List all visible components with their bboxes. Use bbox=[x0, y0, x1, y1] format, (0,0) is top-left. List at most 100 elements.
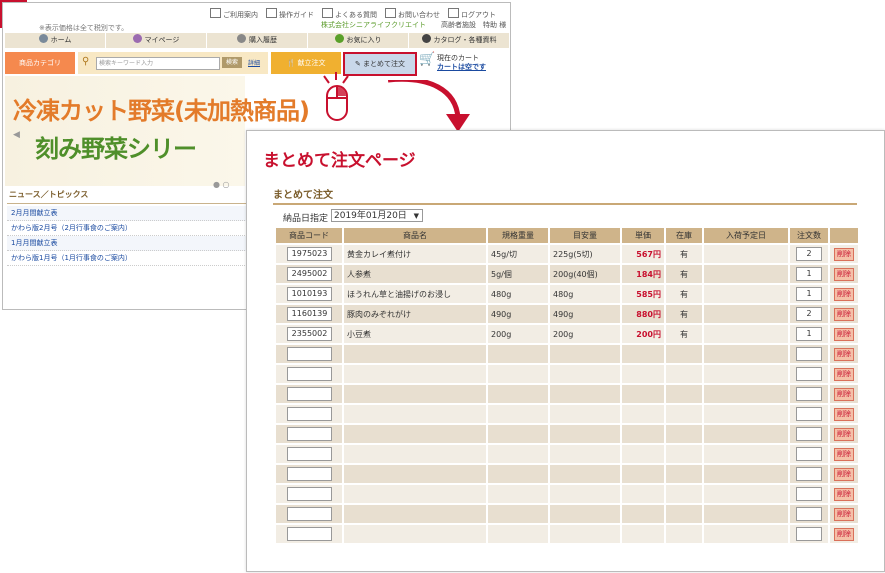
nav-mypage[interactable]: マイページ bbox=[106, 33, 207, 48]
banner-prev-icon[interactable]: ◀ bbox=[13, 130, 20, 140]
delete-button[interactable]: 削除 bbox=[834, 347, 854, 361]
quantity-input[interactable]: 2 bbox=[796, 247, 822, 261]
product-code-input[interactable] bbox=[286, 347, 332, 361]
product-code-input[interactable]: 1010193 bbox=[286, 287, 332, 301]
news-item[interactable]: 2月月間献立表 bbox=[7, 206, 249, 221]
quantity-input[interactable] bbox=[796, 427, 822, 441]
spec-weight: 490g bbox=[488, 305, 548, 323]
quantity-input[interactable] bbox=[796, 407, 822, 421]
delete-button[interactable]: 削除 bbox=[834, 507, 854, 521]
nav-favorites[interactable]: お気に入り bbox=[308, 33, 409, 48]
quantity-input[interactable] bbox=[796, 347, 822, 361]
delete-button[interactable]: 削除 bbox=[834, 427, 854, 441]
unit-price bbox=[622, 365, 664, 383]
news-item[interactable]: かわら版2月号（2月行事食のご案内） bbox=[7, 221, 249, 236]
detail-search-link[interactable]: 詳細 bbox=[248, 58, 260, 67]
chevron-down-icon: ▼ bbox=[413, 212, 419, 220]
yen-icon bbox=[237, 34, 246, 43]
delete-button[interactable]: 削除 bbox=[834, 387, 854, 401]
nav-history[interactable]: 購入履歴 bbox=[207, 33, 308, 48]
delete-cell: 削除 bbox=[830, 265, 858, 283]
stock-status: 有 bbox=[666, 325, 702, 343]
arrival-date bbox=[704, 445, 788, 463]
cart-box[interactable]: 🛒 現在のカート カートは空です bbox=[417, 52, 509, 76]
spec-weight: 45g/切 bbox=[488, 245, 548, 263]
quantity-input[interactable] bbox=[796, 467, 822, 481]
delete-button[interactable]: 削除 bbox=[834, 447, 854, 461]
delivery-date-select[interactable]: 2019年01月20日 ▼ bbox=[331, 209, 423, 222]
quantity-input[interactable] bbox=[796, 447, 822, 461]
bulk-icon: ✎ bbox=[354, 60, 361, 68]
unit-price bbox=[622, 425, 664, 443]
product-code-input[interactable] bbox=[286, 427, 332, 441]
quantity-input[interactable]: 1 bbox=[796, 267, 822, 281]
qty-cell bbox=[790, 525, 828, 543]
delete-button[interactable]: 削除 bbox=[834, 267, 854, 281]
arrival-date bbox=[704, 505, 788, 523]
search-button[interactable]: 検索 bbox=[222, 57, 242, 68]
product-code-input[interactable] bbox=[286, 507, 332, 521]
search-input[interactable]: 検索キーワード入力 bbox=[96, 57, 220, 70]
product-code-input[interactable]: 2355002 bbox=[286, 327, 332, 341]
quantity-input[interactable] bbox=[796, 387, 822, 401]
arrival-date bbox=[704, 305, 788, 323]
table-row: 削除 bbox=[276, 385, 858, 403]
col-stock: 在庫 bbox=[666, 228, 702, 243]
question-icon bbox=[322, 8, 333, 18]
delete-button[interactable]: 削除 bbox=[834, 327, 854, 341]
nav-home[interactable]: ホーム bbox=[5, 33, 106, 48]
quantity-input[interactable]: 1 bbox=[796, 327, 822, 341]
delete-button[interactable]: 削除 bbox=[834, 307, 854, 321]
delete-button[interactable]: 削除 bbox=[834, 407, 854, 421]
product-code-input[interactable] bbox=[286, 527, 332, 541]
top-link-operation[interactable]: 操作ガイド bbox=[266, 8, 314, 20]
delete-button[interactable]: 削除 bbox=[834, 487, 854, 501]
product-name: ほうれん草と油揚げのお浸し bbox=[344, 285, 486, 303]
qty-cell bbox=[790, 405, 828, 423]
product-name bbox=[344, 365, 486, 383]
delete-button[interactable]: 削除 bbox=[834, 367, 854, 381]
product-code-input[interactable]: 1975023 bbox=[286, 247, 332, 261]
guide-amount bbox=[550, 465, 620, 483]
top-link-logout[interactable]: ログアウト bbox=[448, 8, 496, 20]
quantity-input[interactable]: 2 bbox=[796, 307, 822, 321]
product-code-input[interactable]: 1160139 bbox=[286, 307, 332, 321]
arrival-date bbox=[704, 365, 788, 383]
product-code-input[interactable] bbox=[286, 387, 332, 401]
quantity-input[interactable]: 1 bbox=[796, 287, 822, 301]
nav-catalog[interactable]: カタログ・各種資料 bbox=[409, 33, 510, 48]
quantity-input[interactable] bbox=[796, 507, 822, 521]
delete-button[interactable]: 削除 bbox=[834, 287, 854, 301]
quantity-input[interactable] bbox=[796, 487, 822, 501]
product-code-input[interactable]: 2495002 bbox=[286, 267, 332, 281]
category-button[interactable]: 商品カテゴリ bbox=[5, 52, 75, 74]
product-name bbox=[344, 465, 486, 483]
top-link-faq[interactable]: よくある質問 bbox=[322, 8, 377, 20]
news-item[interactable]: 1月月間献立表 bbox=[7, 236, 249, 251]
pen-icon bbox=[266, 8, 277, 18]
unit-price bbox=[622, 445, 664, 463]
top-link-contact[interactable]: お問い合わせ bbox=[385, 8, 440, 20]
delete-button[interactable]: 削除 bbox=[834, 527, 854, 541]
product-code-input[interactable] bbox=[286, 487, 332, 501]
delete-button[interactable]: 削除 bbox=[834, 247, 854, 261]
unit-price bbox=[622, 385, 664, 403]
top-link-guide[interactable]: ご利用案内 bbox=[210, 8, 258, 20]
product-name bbox=[344, 445, 486, 463]
quantity-input[interactable] bbox=[796, 527, 822, 541]
product-code-input[interactable] bbox=[286, 467, 332, 481]
mail-icon bbox=[385, 8, 396, 18]
product-code-input[interactable] bbox=[286, 367, 332, 381]
guide-amount bbox=[550, 405, 620, 423]
guide-amount: 480g bbox=[550, 285, 620, 303]
product-code-input[interactable] bbox=[286, 407, 332, 421]
code-cell bbox=[276, 445, 342, 463]
delete-cell: 削除 bbox=[830, 525, 858, 543]
delete-button[interactable]: 削除 bbox=[834, 467, 854, 481]
delete-cell: 削除 bbox=[830, 445, 858, 463]
banner-dots[interactable]: ● ○ bbox=[213, 180, 230, 189]
quantity-input[interactable] bbox=[796, 367, 822, 381]
product-code-input[interactable] bbox=[286, 447, 332, 461]
news-item[interactable]: かわら版1月号（1月行事食のご案内） bbox=[7, 251, 249, 266]
qty-cell: 2 bbox=[790, 245, 828, 263]
